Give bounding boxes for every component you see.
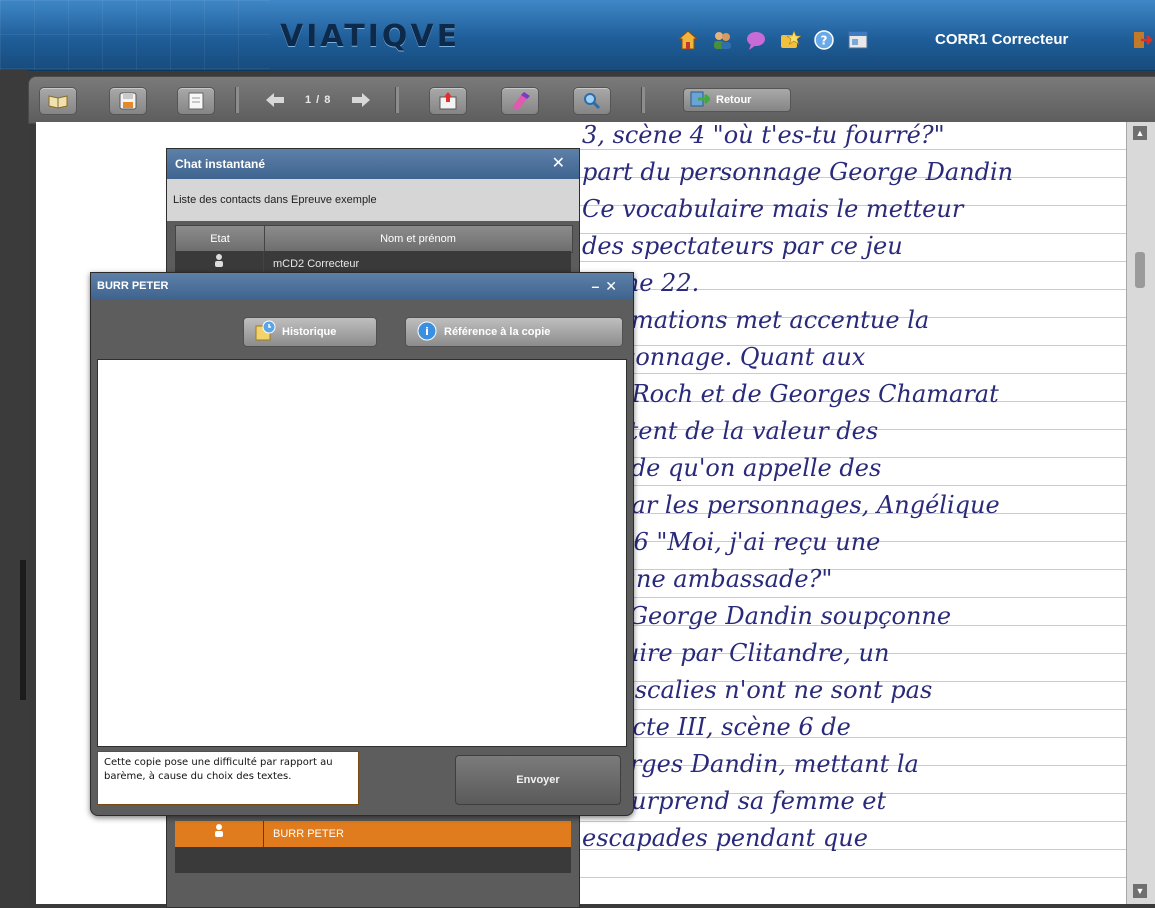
window-icon[interactable]: [846, 28, 870, 52]
page-icon[interactable]: [177, 87, 215, 115]
chat-window: BURR PETER –✕ Historique i Référence à l…: [90, 272, 634, 816]
chat-bubble-icon[interactable]: [744, 28, 768, 52]
home-icon[interactable]: [676, 28, 700, 52]
scrollbar-thumb[interactable]: [1135, 252, 1145, 288]
send-button[interactable]: Envoyer: [455, 755, 621, 805]
people-icon[interactable]: [710, 28, 734, 52]
document-scrollbar[interactable]: ▲ ▼: [1126, 122, 1155, 904]
handwritten-line: car George Dandin soupçonne: [582, 602, 952, 630]
zoom-icon[interactable]: [573, 87, 611, 115]
messages-area[interactable]: [97, 359, 627, 747]
retour-label: Retour: [716, 94, 752, 106]
user-name[interactable]: CORR1 Correcteur: [935, 28, 1068, 52]
reference-copy-button[interactable]: i Référence à la copie: [405, 317, 623, 347]
svg-text:i: i: [425, 325, 429, 338]
info-bubble-icon: i: [416, 320, 438, 345]
minimize-icon[interactable]: –: [591, 278, 605, 294]
historique-label: Historique: [282, 326, 337, 338]
return-icon: [690, 90, 712, 111]
handwritten-line: didascalies n'ont ne sont pas: [582, 676, 933, 704]
chat-panel-titlebar[interactable]: Chat instantané ✕: [167, 149, 579, 179]
column-header-state[interactable]: Etat: [176, 226, 265, 252]
chat-window-titlebar[interactable]: BURR PETER –✕: [91, 273, 633, 299]
svg-text:?: ?: [821, 34, 828, 48]
page-indicator: 1 / 8: [305, 94, 332, 106]
scroll-up-icon[interactable]: ▲: [1133, 126, 1147, 140]
highlighter-icon[interactable]: [501, 87, 539, 115]
historique-button[interactable]: Historique: [243, 317, 377, 347]
history-icon: [254, 320, 276, 345]
handwritten-line: ues Roch et de Georges Chamarat: [582, 380, 999, 408]
toolbar-separator: [641, 87, 645, 113]
handwritten-line: escapades pendant que: [582, 824, 868, 852]
chat-panel-title: Chat instantané: [175, 157, 266, 171]
contact-row-empty: [175, 847, 571, 873]
handwritten-line: part du personnage George Dandin: [582, 158, 1014, 186]
contact-name: BURR PETER: [273, 828, 344, 840]
arrow-right-icon[interactable]: [349, 88, 373, 112]
header-pattern: [0, 0, 270, 70]
app-header: VIATIQVE ? CORR1 Correcteur: [0, 0, 1155, 71]
column-header-name[interactable]: Nom et prénom: [265, 226, 571, 252]
chat-window-title: BURR PETER: [97, 280, 169, 292]
scroll-down-icon[interactable]: ▼: [1133, 884, 1147, 898]
close-icon[interactable]: ✕: [552, 149, 565, 179]
exit-icon[interactable]: [1130, 28, 1154, 52]
retour-button[interactable]: Retour: [683, 88, 791, 112]
left-panel-handle[interactable]: [20, 560, 26, 700]
handwritten-line: 3, scène 4 "où t'es-tu fourré?": [582, 121, 945, 149]
contacts-table-header: Etat Nom et prénom: [175, 225, 573, 253]
toolbar-separator: [235, 87, 239, 113]
handwritten-line: des spectateurs par ce jeu: [582, 232, 903, 260]
toolbar: 1 / 8 Retour: [28, 76, 1155, 124]
contacts-heading: Liste des contacts dans Epreuve exemple: [167, 179, 579, 221]
handwritten-line: Ce vocabulaire mais le metteur: [582, 195, 964, 223]
user-icon: [175, 821, 264, 847]
close-icon[interactable]: ✕: [605, 278, 623, 294]
app-logo: VIATIQVE: [280, 19, 461, 54]
arrow-left-icon[interactable]: [263, 88, 287, 112]
reference-label: Référence à la copie: [444, 326, 551, 338]
message-input[interactable]: Cette copie pose une difficulté par rapp…: [97, 751, 359, 805]
contact-row-selected[interactable]: BURR PETER: [175, 821, 571, 847]
help-icon[interactable]: ?: [812, 28, 836, 52]
save-icon[interactable]: [109, 87, 147, 115]
toolbar-separator: [395, 87, 399, 113]
handwritten-line: és par les personnages, Angélique: [582, 491, 1000, 519]
left-panel-strip: [0, 70, 28, 906]
handwritten-line: xclamations met accentue la: [582, 306, 930, 334]
book-icon[interactable]: [39, 87, 77, 115]
star-folder-icon[interactable]: [778, 28, 802, 52]
annotate-icon[interactable]: [429, 87, 467, 115]
